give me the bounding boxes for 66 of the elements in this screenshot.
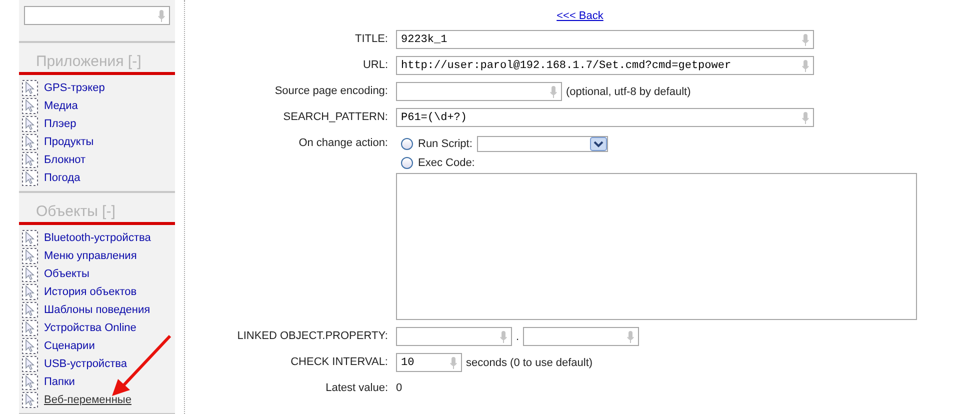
microphone-icon[interactable] [627,330,634,342]
cursor-icon [22,80,38,96]
cursor-icon [22,230,38,246]
text-field[interactable]: P61=(\d+?) [396,108,814,127]
interval-field[interactable]: 10 [396,353,462,372]
cursor-icon [22,374,38,390]
cursor-icon [22,284,38,300]
search-field[interactable] [24,6,170,25]
cursor-icon [22,248,38,264]
field-label: LINKED OBJECT.PROPERTY: [236,329,388,344]
latest-value: 0 [396,381,402,396]
field-label: URL: [362,58,388,73]
cursor-icon [22,356,38,372]
object-field[interactable] [396,327,512,346]
cursor-icon [22,170,38,186]
nav-link[interactable]: Папки [44,376,75,388]
microphone-icon[interactable] [450,356,457,368]
field-label: SEARCH_PATTERN: [282,110,388,125]
microphone-icon[interactable] [802,34,809,46]
nav-link[interactable]: Веб-переменные [44,394,132,406]
nav-link[interactable]: Шаблоны поведения [44,304,150,316]
cursor-icon [22,134,38,150]
field-label: On change action: [298,136,388,151]
cursor-icon [22,98,38,114]
nav-link[interactable]: История объектов [44,286,137,298]
code-textarea[interactable] [396,173,917,320]
microphone-icon[interactable] [158,10,165,22]
nav-link[interactable]: GPS-трэкер [44,82,105,94]
text-field[interactable] [396,82,562,101]
option-label: Exec Code: [418,156,475,168]
cursor-icon [22,338,38,354]
back-link[interactable]: <<< Back [556,10,604,22]
hint-text: (optional, utf-8 by default) [566,86,691,98]
field-label: Latest value: [324,381,388,396]
nav-link[interactable]: Сценарии [44,340,95,352]
property-field[interactable] [523,327,640,346]
microphone-icon[interactable] [500,330,507,342]
cursor-icon [22,302,38,318]
microphone-icon[interactable] [802,112,809,124]
nav-link[interactable]: Плэер [44,118,76,130]
cursor-icon [22,320,38,336]
nav-link[interactable]: Устройства Online [44,322,136,334]
nav-link[interactable]: Bluetooth-устройства [44,232,151,244]
microphone-icon[interactable] [550,86,557,98]
field-label: TITLE: [354,32,388,47]
separator-text: . [516,330,520,342]
radio-button[interactable] [401,156,413,168]
microphone-icon[interactable] [802,60,809,72]
cursor-icon [22,116,38,132]
nav-link[interactable]: USB-устройства [44,358,127,370]
cursor-icon [22,152,38,168]
nav-link[interactable]: Погода [44,172,80,184]
nav-link[interactable]: Объекты [44,268,90,280]
cursor-icon [22,392,38,408]
field-label: Source page encoding: [274,84,388,99]
nav-link[interactable]: Меню управления [44,250,137,262]
radio-button[interactable] [401,138,413,150]
cursor-icon [22,266,38,282]
text-field[interactable]: 9223k_1 [396,30,814,49]
nav-link[interactable]: Блокнот [44,154,86,166]
field-label: CHECK INTERVAL: [290,355,388,370]
text-field[interactable]: http://user:parol@192.168.1.7/Set.cmd?cmd=getpower [396,56,814,75]
hint-text: seconds (0 to use default) [466,356,593,368]
nav-link[interactable]: Продукты [44,136,94,148]
nav-link[interactable]: Медиа [44,100,78,112]
option-label: Run Script: [418,138,472,150]
